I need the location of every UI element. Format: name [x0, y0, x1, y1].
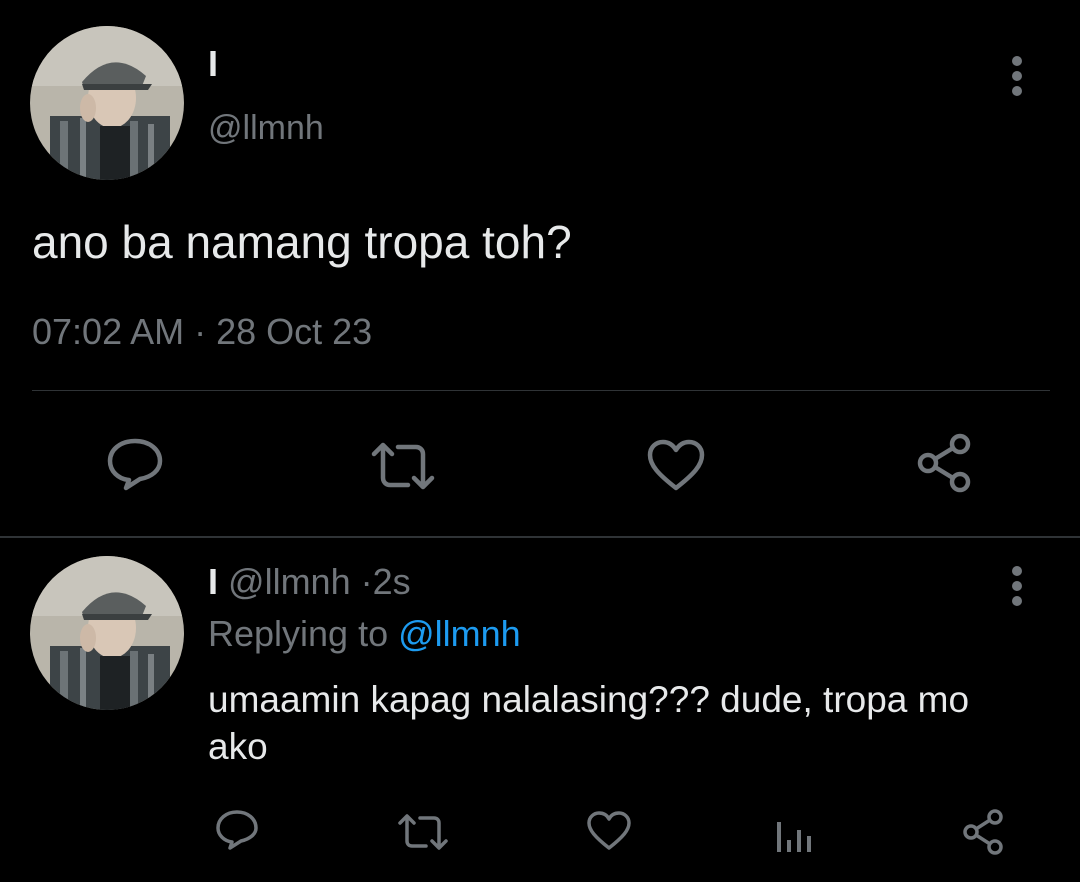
replying-to-label: Replying to: [208, 613, 389, 654]
heart-icon[interactable]: [646, 438, 706, 492]
share-icon[interactable]: [914, 432, 974, 494]
reply-avatar[interactable]: [30, 556, 184, 710]
comment-icon[interactable]: [214, 808, 260, 852]
display-name[interactable]: I: [208, 46, 218, 82]
divider: [0, 536, 1080, 538]
more-vertical-icon[interactable]: [1007, 54, 1027, 98]
more-vertical-icon[interactable]: [1007, 564, 1027, 608]
avatar-image: [30, 556, 184, 710]
reply-handle[interactable]: @llmnh: [228, 561, 351, 602]
tweet-timestamp[interactable]: 07:02 AM · 28 Oct 23: [32, 312, 372, 352]
replying-to-handle[interactable]: @llmnh: [398, 613, 521, 654]
separator: ·: [360, 561, 373, 602]
retweet-icon[interactable]: [396, 812, 450, 852]
reply-display-name[interactable]: I: [208, 561, 218, 602]
comment-icon[interactable]: [104, 436, 166, 492]
retweet-icon[interactable]: [368, 440, 438, 492]
avatar-image: [30, 26, 184, 180]
share-icon[interactable]: [960, 808, 1006, 856]
avatar[interactable]: [30, 26, 184, 180]
heart-icon[interactable]: [586, 810, 632, 852]
reply-time[interactable]: 2s: [373, 561, 411, 602]
reply-header: I @llmnh ·2s: [208, 562, 411, 602]
tweet-text: ano ba namang tropa toh?: [32, 216, 572, 268]
divider: [32, 390, 1050, 391]
analytics-icon[interactable]: [774, 812, 816, 854]
replying-to: Replying to @llmnh: [208, 614, 521, 654]
reply-text: umaamin kapag nalalasing??? dude, tropa …: [208, 679, 970, 767]
user-handle[interactable]: @llmnh: [208, 110, 324, 146]
